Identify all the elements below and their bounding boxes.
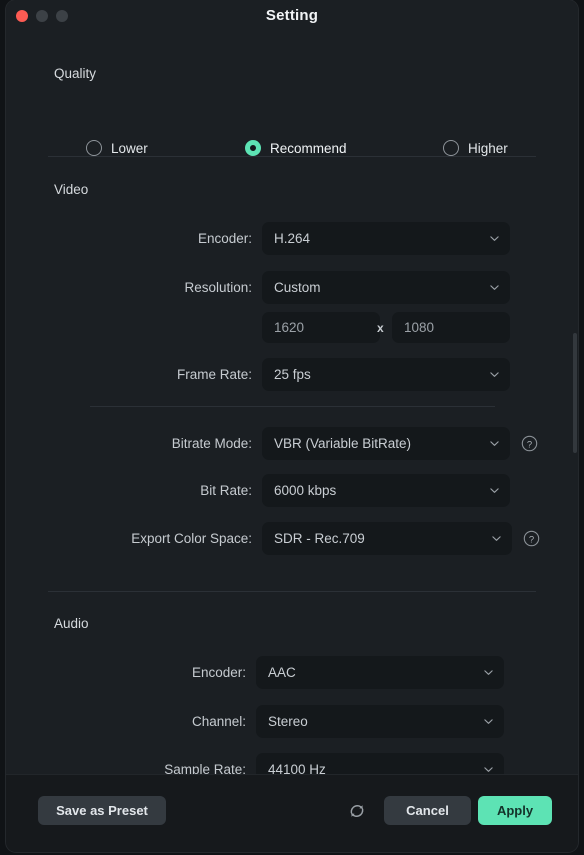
label-video-encoder: Encoder: xyxy=(197,231,252,246)
save-as-preset-button[interactable]: Save as Preset xyxy=(38,796,166,825)
label-bitrate-mode: Bitrate Mode: xyxy=(171,436,252,451)
settings-scroll-area[interactable]: Quality Lower Recommend Higher Video Enc… xyxy=(6,33,578,775)
svg-text:?: ? xyxy=(529,534,534,545)
input-resolution-width-value: 1620 xyxy=(274,320,305,335)
section-title-quality: Quality xyxy=(54,66,97,81)
title-bar: Setting xyxy=(6,0,578,33)
select-video-encoder-value: H.264 xyxy=(274,231,311,246)
input-resolution-height[interactable]: 1080 xyxy=(392,312,510,343)
label-audio-channel: Channel: xyxy=(191,714,246,729)
svg-text:?: ? xyxy=(527,439,532,450)
chevron-down-icon xyxy=(484,668,493,677)
dialog-footer: Save as Preset Cancel Apply xyxy=(6,774,578,852)
select-bit-rate[interactable]: 6000 kbps xyxy=(262,474,510,507)
select-export-color-space[interactable]: SDR - Rec.709 xyxy=(262,522,512,555)
input-resolution-width[interactable]: 1620 xyxy=(262,312,380,343)
chevron-down-icon xyxy=(490,283,499,292)
vertical-scrollbar[interactable] xyxy=(573,33,578,775)
help-icon-bitrate-mode[interactable]: ? xyxy=(521,435,538,452)
quality-option-recommend-label: Recommend xyxy=(270,140,347,156)
radio-icon-lower xyxy=(86,140,102,156)
select-video-encoder[interactable]: H.264 xyxy=(262,222,510,255)
divider-video-bitrate xyxy=(90,406,495,407)
refresh-icon[interactable] xyxy=(348,802,366,820)
quality-option-higher[interactable]: Higher xyxy=(443,140,508,156)
chevron-down-icon xyxy=(490,439,499,448)
select-export-color-space-value: SDR - Rec.709 xyxy=(274,531,365,546)
chevron-down-icon xyxy=(490,486,499,495)
section-title-video: Video xyxy=(54,182,89,197)
quality-option-lower[interactable]: Lower xyxy=(86,140,148,156)
select-video-resolution[interactable]: Custom xyxy=(262,271,510,304)
resolution-separator: x xyxy=(377,321,384,335)
quality-option-higher-label: Higher xyxy=(468,140,508,156)
select-audio-channel[interactable]: Stereo xyxy=(256,705,504,738)
help-icon-export-color-space[interactable]: ? xyxy=(523,530,540,547)
chevron-down-icon xyxy=(490,370,499,379)
select-video-frame-rate[interactable]: 25 fps xyxy=(262,358,510,391)
select-audio-encoder-value: AAC xyxy=(268,665,296,680)
divider-video-audio xyxy=(48,591,536,592)
select-video-resolution-value: Custom xyxy=(274,280,321,295)
apply-button[interactable]: Apply xyxy=(478,796,552,825)
select-bit-rate-value: 6000 kbps xyxy=(274,483,337,498)
chevron-down-icon xyxy=(484,765,493,774)
label-export-color-space: Export Color Space: xyxy=(131,531,252,546)
select-video-frame-rate-value: 25 fps xyxy=(274,367,311,382)
radio-icon-recommend-selected xyxy=(245,140,261,156)
select-bitrate-mode[interactable]: VBR (Variable BitRate) xyxy=(262,427,510,460)
select-audio-sample-rate[interactable]: 44100 Hz xyxy=(256,753,504,775)
scrollbar-thumb[interactable] xyxy=(573,333,577,453)
select-bitrate-mode-value: VBR (Variable BitRate) xyxy=(274,436,412,451)
divider-quality-video xyxy=(48,156,536,157)
select-audio-channel-value: Stereo xyxy=(268,714,308,729)
cancel-button[interactable]: Cancel xyxy=(384,796,471,825)
window-title: Setting xyxy=(265,7,319,24)
label-audio-encoder: Encoder: xyxy=(191,665,246,680)
label-video-resolution: Resolution: xyxy=(184,280,252,295)
chevron-down-icon xyxy=(492,534,501,543)
quality-option-lower-label: Lower xyxy=(111,140,148,156)
input-resolution-height-value: 1080 xyxy=(404,320,435,335)
quality-radio-group: Lower Recommend Higher xyxy=(6,140,578,162)
chevron-down-icon xyxy=(484,717,493,726)
chevron-down-icon xyxy=(490,234,499,243)
section-title-audio: Audio xyxy=(54,616,89,631)
quality-option-recommend[interactable]: Recommend xyxy=(245,140,347,156)
label-video-frame-rate: Frame Rate: xyxy=(176,367,252,382)
setting-dialog: Setting Quality Lower Recommend Higher V… xyxy=(6,0,578,852)
select-audio-encoder[interactable]: AAC xyxy=(256,656,504,689)
radio-icon-higher xyxy=(443,140,459,156)
label-bit-rate: Bit Rate: xyxy=(200,483,252,498)
